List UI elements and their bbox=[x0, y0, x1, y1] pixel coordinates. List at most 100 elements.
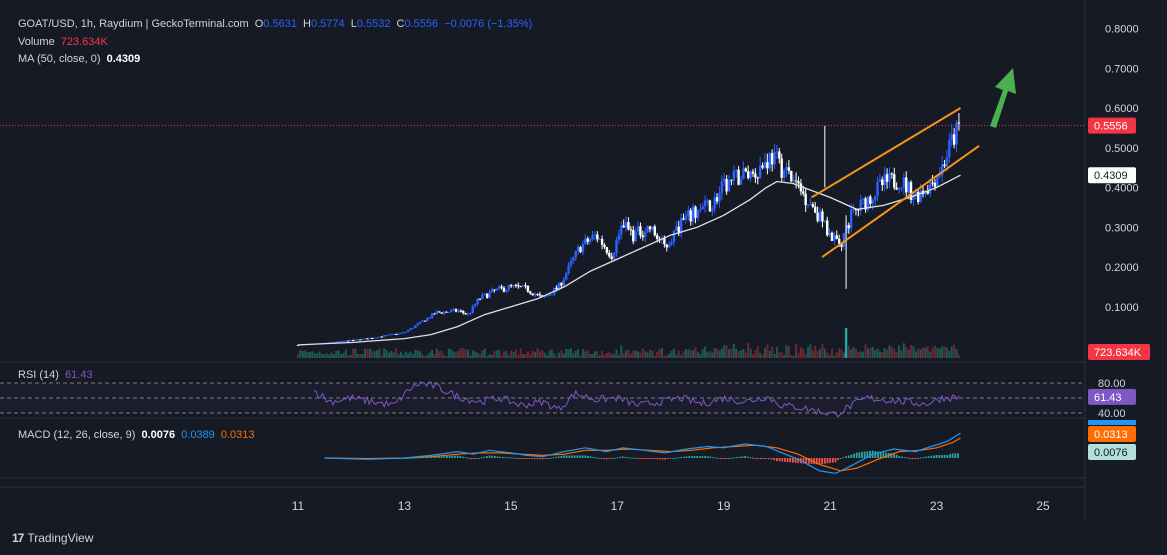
candle-body bbox=[907, 182, 910, 193]
volume-bar bbox=[591, 353, 594, 358]
volume-bar bbox=[684, 349, 687, 358]
volume-bar bbox=[852, 346, 855, 358]
candle-body bbox=[538, 294, 542, 296]
candle-body bbox=[572, 257, 575, 261]
candle-body bbox=[718, 192, 721, 202]
volume-bar bbox=[783, 355, 786, 358]
macd-histogram-bar bbox=[565, 455, 568, 458]
volume-bar bbox=[778, 352, 781, 358]
volume-bar bbox=[421, 354, 424, 358]
volume-bar bbox=[452, 351, 455, 358]
volume-bar bbox=[730, 348, 733, 358]
candle-body bbox=[569, 260, 573, 266]
ma-label[interactable]: MA (50, close, 0) bbox=[18, 53, 101, 65]
candle-body bbox=[409, 328, 412, 331]
price-chart[interactable]: 0.1000 0.2000 0.3000 0.4000 0.5000 0.6000 0.70… bbox=[0, 0, 1167, 555]
candle-body bbox=[632, 230, 635, 242]
candle-body bbox=[363, 338, 367, 340]
volume-bar bbox=[625, 350, 628, 358]
volume-bar bbox=[821, 343, 824, 358]
volume-bar bbox=[723, 345, 726, 358]
volume-bar bbox=[725, 345, 728, 358]
volume-bar bbox=[541, 350, 544, 358]
candle-body bbox=[476, 298, 479, 305]
volume-bar bbox=[613, 354, 616, 358]
candle-body bbox=[706, 200, 709, 202]
candle-body bbox=[371, 337, 374, 339]
macd-histogram-bar bbox=[722, 458, 725, 459]
volume-bar bbox=[474, 351, 477, 358]
volume-bar bbox=[701, 349, 704, 358]
candle-body bbox=[787, 167, 791, 171]
macd-histogram-bar bbox=[504, 457, 507, 459]
macd-histogram-bar bbox=[861, 451, 863, 458]
macd-histogram-bar bbox=[954, 453, 957, 458]
volume-bar bbox=[883, 348, 886, 358]
macd-histogram-bar bbox=[706, 456, 709, 458]
macd-histogram-bar bbox=[635, 457, 637, 459]
volume-bar bbox=[651, 351, 654, 358]
candle-body bbox=[768, 153, 771, 169]
candle-body bbox=[830, 232, 834, 241]
candle-body bbox=[833, 235, 836, 241]
candle-body bbox=[337, 341, 340, 343]
macd-label[interactable]: MACD (12, 26, close, 9) bbox=[18, 429, 135, 441]
volume-bar bbox=[531, 350, 534, 358]
candle-body bbox=[507, 285, 510, 290]
symbol-title[interactable]: GOAT/USD, 1h, Raydium | GeckoTerminal.co… bbox=[18, 18, 249, 30]
macd-histogram-bar bbox=[744, 456, 746, 458]
rsi-pane bbox=[0, 381, 1085, 418]
volume-bar bbox=[407, 353, 410, 358]
macd-histogram-bar bbox=[919, 457, 922, 459]
candle-body bbox=[581, 243, 585, 253]
volume-legend: Volume 723.634K bbox=[18, 35, 111, 49]
candle-body bbox=[593, 234, 597, 236]
macd-histogram-bar bbox=[956, 453, 959, 458]
candle-body bbox=[490, 289, 494, 293]
macd-histogram-bar bbox=[754, 458, 757, 459]
macd-histogram-bar bbox=[855, 452, 858, 458]
candle-body bbox=[474, 304, 477, 307]
high-value: 0.5774 bbox=[310, 18, 345, 30]
rsi-label[interactable]: RSI (14) bbox=[18, 369, 59, 381]
volume-bar bbox=[426, 354, 429, 358]
macd-histogram-bar bbox=[499, 456, 502, 458]
candle-body bbox=[406, 330, 410, 332]
macd-histogram-bar bbox=[451, 455, 454, 458]
volume-bar bbox=[790, 355, 793, 358]
candle-body bbox=[617, 234, 621, 241]
volume-bar bbox=[392, 352, 395, 358]
volume-spike-bar bbox=[844, 328, 848, 358]
volume-bar bbox=[660, 348, 663, 358]
volume-bar bbox=[902, 343, 905, 358]
macd-histogram-bar bbox=[520, 458, 523, 459]
volume-bar bbox=[349, 354, 352, 358]
candle-body bbox=[735, 169, 738, 171]
candle-body bbox=[905, 177, 908, 193]
candle-body bbox=[773, 151, 776, 165]
macd-histogram-bar bbox=[627, 457, 629, 459]
macd-hist-value: 0.0076 bbox=[141, 429, 176, 441]
volume-bar bbox=[919, 349, 922, 358]
volume-bar bbox=[878, 351, 881, 358]
candle-body bbox=[931, 182, 934, 184]
volume-bar bbox=[380, 355, 383, 358]
candle-body bbox=[351, 339, 355, 341]
candle-body bbox=[426, 317, 429, 322]
macd-histogram-bar bbox=[829, 458, 832, 463]
volume-bar bbox=[742, 349, 745, 358]
candle-body bbox=[876, 181, 879, 197]
candle-body bbox=[715, 197, 719, 202]
tradingview-brand[interactable]: 17 TradingView bbox=[12, 531, 93, 545]
volume-bar bbox=[819, 348, 822, 358]
volume-bar bbox=[332, 354, 335, 358]
macd-histogram-bar bbox=[717, 457, 720, 459]
candle-body bbox=[780, 158, 783, 178]
macd-histogram-bar bbox=[515, 457, 518, 459]
candle-body bbox=[495, 288, 498, 291]
candle-body bbox=[428, 317, 431, 319]
volume-bar bbox=[409, 351, 412, 358]
volume-bar bbox=[500, 355, 503, 358]
candle-body bbox=[682, 218, 685, 220]
volume-label[interactable]: Volume bbox=[18, 36, 55, 48]
